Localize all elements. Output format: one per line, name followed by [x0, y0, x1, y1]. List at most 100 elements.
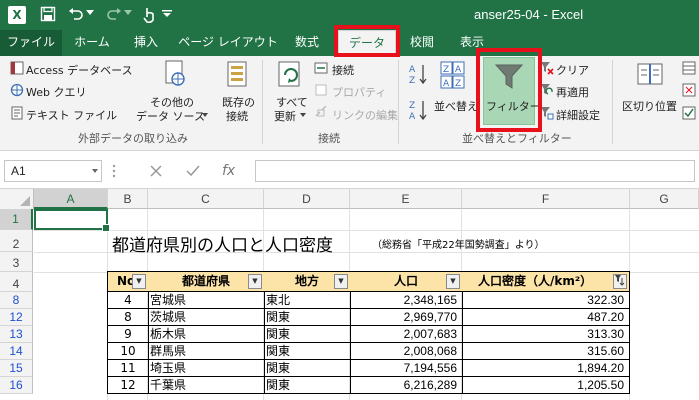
- tab-page-layout[interactable]: ページ レイアウト: [178, 30, 278, 56]
- tab-home[interactable]: ホーム: [68, 30, 116, 56]
- reapply-button[interactable]: 再適用: [556, 84, 589, 100]
- tab-formulas[interactable]: 数式: [285, 30, 329, 56]
- cell-region[interactable]: 関東: [264, 326, 351, 343]
- cell-population[interactable]: 6,216,289: [350, 377, 463, 394]
- column-header-b[interactable]: B: [108, 189, 148, 209]
- cell-no[interactable]: 9: [107, 326, 149, 343]
- sort-icon: Z A A Z: [440, 61, 465, 89]
- redo-dropdown-icon[interactable]: [124, 10, 132, 16]
- refresh-all-button[interactable]: 更新: [274, 108, 296, 124]
- cell-prefecture[interactable]: 栃木県: [148, 326, 265, 343]
- sort-descending-icon[interactable]: Z A: [408, 98, 428, 122]
- cell-no[interactable]: 10: [107, 343, 149, 360]
- cell-population[interactable]: 2,348,165: [350, 292, 463, 309]
- cell-prefecture[interactable]: 千葉県: [148, 377, 265, 394]
- column-header-f[interactable]: F: [462, 189, 630, 209]
- confirm-entry-icon[interactable]: [186, 165, 200, 177]
- cell-no[interactable]: 11: [107, 360, 149, 377]
- row-header-8[interactable]: 8: [0, 292, 33, 309]
- cell-no[interactable]: 4: [107, 292, 149, 309]
- cancel-entry-icon[interactable]: [150, 165, 162, 177]
- cell-region[interactable]: 関東: [264, 360, 351, 377]
- redo-icon[interactable]: [106, 7, 122, 21]
- cell-region[interactable]: 関東: [264, 377, 351, 394]
- cell-no[interactable]: 12: [107, 377, 149, 394]
- cell-prefecture[interactable]: 群馬県: [148, 343, 265, 360]
- svg-text:Z: Z: [409, 76, 415, 86]
- cell-population[interactable]: 2,007,683: [350, 326, 463, 343]
- other-sources-dropdown-icon[interactable]: [202, 113, 208, 117]
- sort-ascending-icon[interactable]: A Z: [408, 62, 428, 86]
- row-header-2[interactable]: 2: [0, 230, 33, 252]
- column-header-c[interactable]: C: [148, 189, 264, 209]
- cell-density[interactable]: 487.20: [462, 309, 630, 326]
- undo-icon[interactable]: [68, 7, 84, 21]
- cell-population[interactable]: 2,008,068: [350, 343, 463, 360]
- formula-input[interactable]: [255, 160, 695, 182]
- cell-density[interactable]: 322.30: [462, 292, 630, 309]
- header-prefecture-label: 都道府県: [181, 274, 230, 288]
- get-from-access-button[interactable]: Access データベース: [26, 62, 133, 78]
- edit-links-button[interactable]: リンクの編集: [332, 107, 398, 123]
- refresh-dropdown-icon[interactable]: [300, 113, 306, 117]
- touch-mode-icon[interactable]: [142, 6, 156, 24]
- name-box[interactable]: A1: [4, 160, 102, 182]
- cell-prefecture[interactable]: 宮城県: [148, 292, 265, 309]
- row-header-4[interactable]: 4: [0, 272, 33, 292]
- get-from-web-button[interactable]: Web クエリ: [26, 84, 86, 100]
- clear-button[interactable]: クリア: [556, 62, 589, 78]
- column-header-g[interactable]: G: [630, 189, 699, 209]
- cell-density[interactable]: 315.60: [462, 343, 630, 360]
- row-header-1[interactable]: 1: [0, 209, 33, 230]
- highlight-filter-button: [476, 48, 542, 132]
- cell-region[interactable]: 東北: [264, 292, 351, 309]
- existing-connections-button[interactable]: 接続: [226, 108, 248, 124]
- insert-function-icon[interactable]: fx: [222, 163, 235, 179]
- filter-dropdown-no[interactable]: ▼: [132, 274, 146, 289]
- flash-fill-icon: [682, 61, 696, 75]
- cell-prefecture[interactable]: 茨城県: [148, 309, 265, 326]
- cell-density[interactable]: 313.30: [462, 326, 630, 343]
- filter-dropdown-population[interactable]: ▼: [446, 274, 460, 289]
- row-header-16[interactable]: 16: [0, 377, 33, 394]
- filter-dropdown-region[interactable]: ▼: [334, 274, 348, 289]
- column-header-e[interactable]: E: [350, 189, 462, 209]
- header-population: 人口 ▼: [350, 271, 463, 292]
- column-header-d[interactable]: D: [264, 189, 350, 209]
- cell-region[interactable]: 関東: [264, 343, 351, 360]
- row-header-14[interactable]: 14: [0, 343, 33, 360]
- filter-dropdown-density-active[interactable]: [613, 274, 627, 289]
- row-header-15[interactable]: 15: [0, 360, 33, 377]
- worksheet-grid[interactable]: A B C D E F G 1 2 3 4 8 12 13 14 15 16 都…: [0, 189, 699, 400]
- get-from-text-button[interactable]: テキスト ファイル: [26, 107, 117, 123]
- row-header-13[interactable]: 13: [0, 326, 33, 343]
- name-box-dropdown-icon[interactable]: [92, 169, 98, 173]
- customize-toolbar-icon[interactable]: [162, 10, 172, 18]
- tab-file[interactable]: ファイル: [0, 30, 62, 56]
- column-header-a[interactable]: A: [34, 189, 108, 209]
- cell-prefecture[interactable]: 埼玉県: [148, 360, 265, 377]
- tab-insert[interactable]: 挿入: [124, 30, 168, 56]
- other-sources-button[interactable]: データ ソース: [136, 108, 205, 124]
- selected-cell-a1[interactable]: [34, 209, 110, 232]
- cell-region[interactable]: 関東: [264, 309, 351, 326]
- cell-density[interactable]: 1,894.20: [462, 360, 630, 377]
- connections-button[interactable]: 接続: [332, 62, 354, 78]
- undo-dropdown-icon[interactable]: [86, 10, 94, 16]
- text-to-columns-button[interactable]: 区切り位置: [622, 98, 677, 114]
- row-header-12[interactable]: 12: [0, 309, 33, 326]
- advanced-filter-button[interactable]: 詳細設定: [556, 107, 600, 123]
- cell-population[interactable]: 2,969,770: [350, 309, 463, 326]
- tab-review[interactable]: 校閲: [402, 30, 442, 56]
- ribbon-separator: [612, 60, 613, 144]
- sort-button[interactable]: 並べ替え: [434, 98, 478, 114]
- cell-no[interactable]: 8: [107, 309, 149, 326]
- filter-dropdown-prefecture[interactable]: ▼: [248, 274, 262, 289]
- row-header-3[interactable]: 3: [0, 252, 33, 272]
- cell-population[interactable]: 7,194,556: [350, 360, 463, 377]
- properties-button[interactable]: プロパティ: [332, 84, 386, 100]
- save-icon[interactable]: [40, 6, 56, 22]
- cell-density[interactable]: 1,205.50: [462, 377, 630, 394]
- select-all-corner[interactable]: [0, 189, 34, 210]
- formula-bar-grip-icon[interactable]: [112, 163, 116, 179]
